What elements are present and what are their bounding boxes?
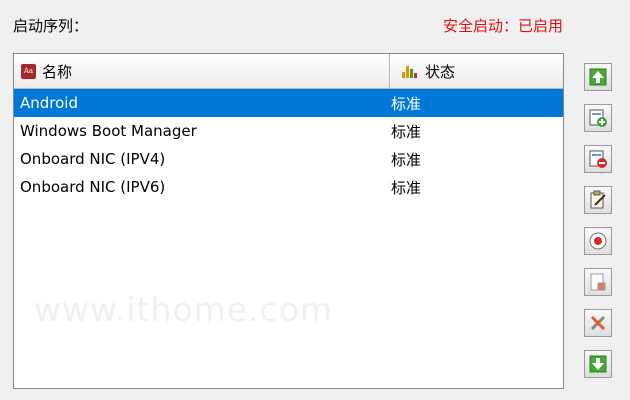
boot-entry-row[interactable]: Onboard NIC (IPV6) 标准	[14, 173, 563, 201]
move-down-button[interactable]	[584, 350, 612, 378]
set-default-icon	[589, 232, 607, 250]
boot-sequence-title: 启动序列：	[13, 17, 89, 35]
edit-entry-icon	[590, 190, 606, 209]
column-header-status-label: 状态	[425, 62, 456, 81]
boot-entry-name: Onboard NIC (IPV6)	[20, 178, 166, 196]
remove-entry-icon	[589, 150, 607, 168]
boot-entry-name: Windows Boot Manager	[20, 122, 197, 140]
remove-entry-button[interactable]	[584, 145, 612, 173]
boot-entry-status: 标准	[391, 178, 422, 197]
move-down-icon	[589, 355, 607, 373]
boot-entry-name: Android	[20, 94, 78, 112]
add-entry-button[interactable]	[584, 104, 612, 132]
open-file-button[interactable]	[584, 268, 612, 296]
watermark-text: www.ithome.com	[34, 290, 334, 329]
boot-entry-row[interactable]: Windows Boot Manager 标准	[14, 117, 563, 145]
edit-entry-button[interactable]	[584, 186, 612, 214]
boot-entry-row[interactable]: Android 标准	[14, 89, 563, 117]
tools-button[interactable]	[584, 309, 612, 337]
status-column-icon	[402, 66, 417, 78]
boot-entry-status: 标准	[391, 150, 422, 169]
add-entry-icon	[589, 109, 607, 127]
column-header-name-label: 名称	[42, 62, 73, 81]
list-header: Aa 名称 状态	[14, 54, 563, 89]
secure-boot-status: 安全启动：已启用	[442, 17, 563, 35]
move-up-icon	[589, 68, 607, 86]
tools-icon	[590, 315, 606, 331]
column-header-name[interactable]: Aa 名称	[14, 54, 390, 88]
move-up-button[interactable]	[584, 63, 612, 91]
boot-entry-name: Onboard NIC (IPV4)	[20, 150, 166, 168]
set-default-button[interactable]	[584, 227, 612, 255]
boot-order-toolbar	[584, 63, 614, 391]
boot-entry-row[interactable]: Onboard NIC (IPV4) 标准	[14, 145, 563, 173]
column-header-status[interactable]: 状态	[390, 54, 563, 88]
open-file-icon	[590, 273, 606, 291]
boot-entry-status: 标准	[391, 122, 422, 141]
boot-entry-status: 标准	[391, 94, 422, 113]
boot-order-list[interactable]: Aa 名称 状态 Android 标准 Windows Boot Manager…	[13, 53, 564, 389]
name-column-icon: Aa	[21, 63, 36, 79]
